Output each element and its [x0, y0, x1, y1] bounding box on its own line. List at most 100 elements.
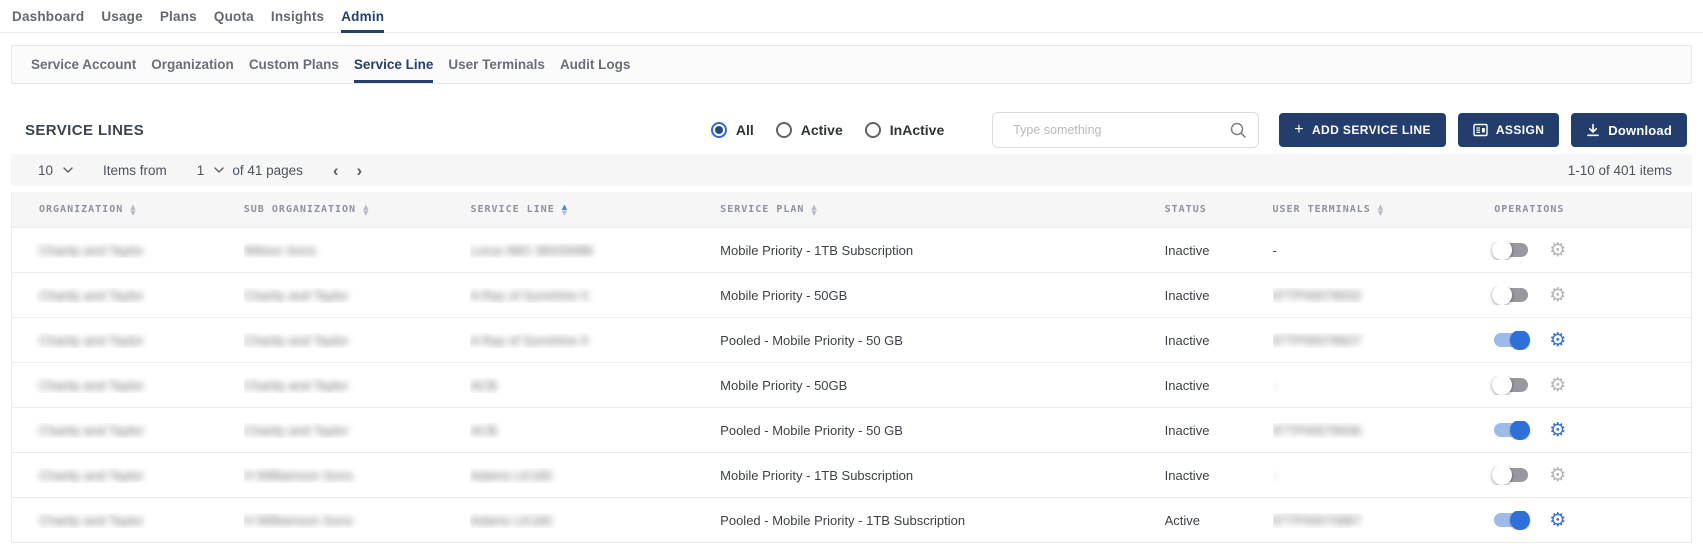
pagination-bar: 10 Items from 1 of 41 pages ‹ › 1-10 of … [11, 154, 1692, 186]
toolbar-controls: All Active InActive + ADD SERVI [711, 112, 1687, 148]
add-service-line-button[interactable]: + ADD SERVICE LINE [1279, 113, 1446, 147]
toggle-knob [1492, 376, 1512, 395]
filter-radio-inactive[interactable]: InActive [865, 122, 944, 138]
service-plan-cell: Mobile Priority - 1TB Subscription [720, 468, 913, 483]
admin-sub-nav: Service Account Organization Custom Plan… [11, 45, 1692, 84]
nav-item-plans[interactable]: Plans [160, 0, 197, 33]
service-plan-cell: Pooled - Mobile Priority - 50 GB [720, 333, 903, 348]
nav-item-dashboard[interactable]: Dashboard [12, 0, 84, 33]
status-cell: Inactive [1165, 468, 1210, 483]
status-toggle[interactable] [1494, 288, 1528, 302]
status-toggle[interactable] [1494, 423, 1528, 437]
tab-organization[interactable]: Organization [151, 46, 234, 83]
table-header: ORGANIZATION ▲▼ SUB ORGANIZATION ▲▼ SERV… [12, 192, 1691, 227]
column-header-operations: OPERATIONS [1488, 204, 1691, 215]
table-row: Charity and Taylor H Williamson Sons Ada… [12, 452, 1691, 497]
status-toggle[interactable] [1494, 468, 1528, 482]
table-row: Charity and Taylor Charity and Taylor AC… [12, 407, 1691, 452]
column-label: SERVICE PLAN [720, 204, 804, 215]
tab-audit-logs[interactable]: Audit Logs [560, 46, 631, 83]
status-cell: Inactive [1165, 243, 1210, 258]
filter-radio-active[interactable]: Active [776, 122, 843, 138]
page-select[interactable]: 1 [197, 163, 225, 178]
radio-icon [711, 122, 727, 138]
tab-user-terminals[interactable]: User Terminals [448, 46, 545, 83]
assign-icon [1473, 123, 1488, 137]
gear-icon[interactable]: ⚙ [1549, 331, 1566, 350]
gear-icon[interactable]: ⚙ [1549, 241, 1566, 260]
nav-item-insights[interactable]: Insights [271, 0, 324, 33]
user-terminals-cell: - [1273, 243, 1277, 258]
column-header-organization[interactable]: ORGANIZATION ▲▼ [12, 204, 244, 216]
nav-item-quota[interactable]: Quota [214, 0, 254, 33]
status-filter-group: All Active InActive [711, 122, 944, 138]
filter-label: Active [801, 122, 843, 138]
radio-icon [865, 122, 881, 138]
nav-item-usage[interactable]: Usage [101, 0, 143, 33]
download-icon [1586, 123, 1600, 137]
filter-label: InActive [890, 122, 944, 138]
sub-organization-cell: H Williamson Sons [244, 513, 353, 528]
status-toggle[interactable] [1494, 378, 1528, 392]
status-cell: Inactive [1165, 333, 1210, 348]
sort-icon[interactable]: ▲▼ [562, 204, 568, 216]
status-toggle[interactable] [1494, 513, 1528, 527]
items-range-label: 1-10 of 401 items [1568, 163, 1672, 178]
column-label: SERVICE LINE [470, 204, 554, 215]
status-cell: Inactive [1165, 423, 1210, 438]
filter-label: All [736, 122, 754, 138]
gear-icon[interactable]: ⚙ [1549, 421, 1566, 440]
service-lines-table: ORGANIZATION ▲▼ SUB ORGANIZATION ▲▼ SERV… [11, 192, 1692, 543]
page-size-select[interactable]: 10 [38, 163, 73, 178]
user-terminals-cell: - [1273, 378, 1277, 393]
user-terminals-cell: 87TP00078927 [1273, 333, 1362, 348]
column-header-user-terminals[interactable]: USER TERMINALS ▲▼ [1273, 204, 1489, 216]
column-label: SUB ORGANIZATION [244, 204, 356, 215]
gear-icon[interactable]: ⚙ [1549, 511, 1566, 530]
user-terminals-cell: 87TP00070887 [1273, 513, 1362, 528]
sort-icon[interactable]: ▲▼ [363, 204, 369, 216]
sort-icon[interactable]: ▲▼ [130, 204, 136, 216]
column-header-service-line[interactable]: SERVICE LINE ▲▼ [470, 204, 720, 216]
page-size-value: 10 [38, 163, 53, 178]
gear-icon[interactable]: ⚙ [1549, 376, 1566, 395]
column-label: OPERATIONS [1494, 204, 1564, 215]
column-header-sub-organization[interactable]: SUB ORGANIZATION ▲▼ [244, 204, 471, 216]
status-toggle[interactable] [1494, 243, 1528, 257]
toolbar: SERVICE LINES All Active InActive [25, 104, 1687, 156]
service-lines-admin-page: Dashboard Usage Plans Quota Insights Adm… [0, 0, 1703, 550]
radio-icon [776, 122, 792, 138]
service-line-cell: Adams LK160 [470, 468, 552, 483]
gear-icon[interactable]: ⚙ [1549, 286, 1566, 305]
prev-page-button[interactable]: ‹ [333, 162, 339, 179]
service-line-cell: Lorus IMO 38433088 [470, 243, 592, 258]
service-line-cell: ACB [470, 378, 497, 393]
service-plan-cell: Mobile Priority - 50GB [720, 288, 847, 303]
tab-custom-plans[interactable]: Custom Plans [249, 46, 339, 83]
column-header-service-plan[interactable]: SERVICE PLAN ▲▼ [720, 204, 1164, 216]
search-icon[interactable] [1229, 121, 1247, 144]
column-label: USER TERMINALS [1273, 204, 1371, 215]
sub-organization-cell: H Williamson Sons [244, 468, 353, 483]
toggle-knob [1492, 286, 1512, 305]
search-input[interactable] [992, 112, 1259, 148]
page-title: SERVICE LINES [25, 122, 144, 139]
sort-icon[interactable]: ▲▼ [811, 204, 817, 216]
nav-item-admin[interactable]: Admin [341, 0, 384, 33]
toggle-knob [1510, 331, 1530, 350]
tab-service-account[interactable]: Service Account [31, 46, 136, 83]
sub-organization-cell: Charity and Taylor [244, 378, 349, 393]
service-line-cell: A Ray of Sunshine II [470, 288, 588, 303]
status-toggle[interactable] [1494, 333, 1528, 347]
sub-organization-cell: Wilson Sons [244, 243, 316, 258]
assign-button[interactable]: ASSIGN [1458, 113, 1559, 147]
download-button[interactable]: Download [1571, 113, 1687, 147]
pages-count-label: of 41 pages [232, 163, 303, 178]
filter-radio-all[interactable]: All [711, 122, 754, 138]
gear-icon[interactable]: ⚙ [1549, 466, 1566, 485]
next-page-button[interactable]: › [357, 162, 363, 179]
sort-icon[interactable]: ▲▼ [1378, 204, 1384, 216]
download-label: Download [1608, 123, 1672, 138]
tab-service-line[interactable]: Service Line [354, 46, 434, 83]
chevron-down-icon [214, 167, 224, 173]
